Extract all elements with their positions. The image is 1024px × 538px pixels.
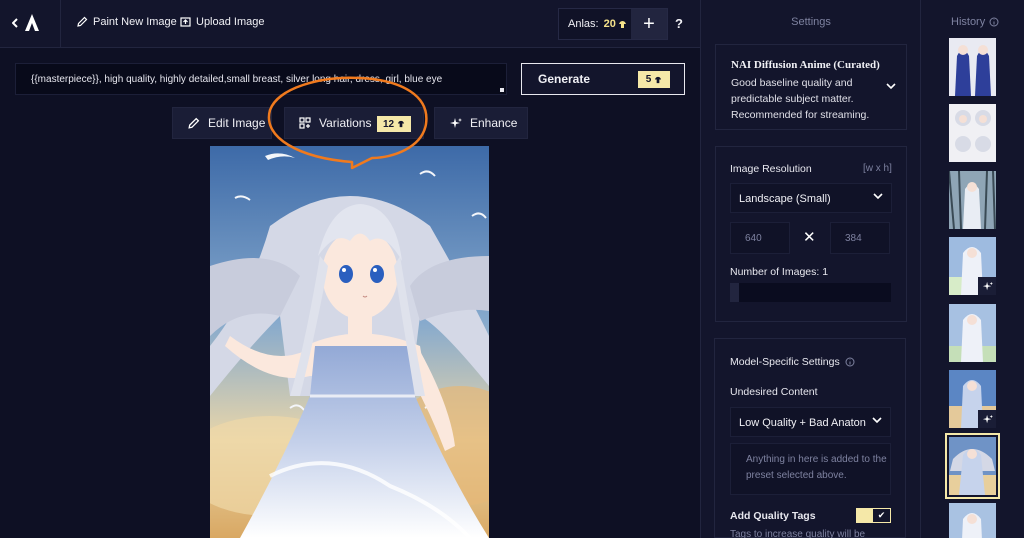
undesired-content-value: Low Quality + Bad Anaton	[739, 417, 866, 429]
edit-image-label: Edit Image	[208, 116, 266, 130]
resolution-preset-value: Landscape (Small)	[739, 193, 831, 205]
variations-cost-value: 12	[382, 118, 395, 130]
resolution-preset-select[interactable]: Landscape (Small)	[730, 183, 892, 213]
height-input[interactable]: 384	[830, 222, 890, 254]
history-thumbnail-selected[interactable]	[945, 433, 1000, 499]
variations-button[interactable]: Variations 12	[284, 107, 424, 139]
model-specific-settings-text: Model-Specific Settings	[730, 356, 840, 368]
sparkle-icon	[450, 117, 462, 128]
model-description: Good baseline quality and predictable su…	[731, 77, 870, 121]
back-button[interactable]	[12, 13, 40, 33]
number-of-images-slider[interactable]	[730, 283, 891, 302]
enhanced-badge	[978, 410, 996, 428]
chevron-left-icon	[12, 18, 18, 28]
variations-label: Variations	[319, 116, 372, 130]
number-of-images-text: Number of Images:	[730, 266, 820, 278]
image-resolution-label: Image Resolution	[730, 163, 812, 175]
width-value: 640	[745, 233, 762, 244]
history-thumbnail[interactable]	[949, 104, 996, 162]
upload-image-button[interactable]: Upload Image	[180, 16, 265, 28]
help-button[interactable]: ?	[675, 16, 683, 31]
prompt-text: {{masterpiece}}, high quality, highly de…	[31, 74, 443, 85]
paint-new-image-label: Paint New Image	[93, 16, 177, 28]
check-icon: ✔	[873, 509, 890, 522]
number-of-images-label: Number of Images: 1	[730, 266, 828, 278]
enhance-label: Enhance	[470, 116, 518, 130]
width-input[interactable]: 640	[730, 222, 790, 254]
anlas-icon	[397, 120, 405, 128]
generated-image-illustration	[210, 146, 489, 538]
upload-icon	[180, 16, 191, 27]
enhanced-badge	[978, 277, 996, 295]
undesired-content-textarea[interactable]: Anything in here is added to the preset …	[730, 443, 891, 495]
anlas-icon	[655, 76, 662, 83]
generate-cost-value: 5	[645, 74, 652, 85]
history-title: History	[951, 16, 999, 28]
topbar-divider	[60, 0, 61, 48]
model-specific-settings-label: Model-Specific Settings	[730, 356, 855, 368]
resolution-hint: [w x h]	[863, 163, 892, 174]
history-thumbnail[interactable]	[949, 171, 996, 229]
undesired-content-label: Undesired Content	[730, 386, 818, 398]
generate-button[interactable]: Generate 5	[521, 63, 685, 95]
generate-label: Generate	[538, 72, 591, 86]
app-root: Paint New Image Upload Image Anlas: 20 +…	[0, 0, 1024, 538]
variations-icon	[299, 117, 311, 129]
history-thumbnail[interactable]	[949, 38, 996, 96]
anlas-value: 20	[603, 18, 616, 30]
undesired-content-placeholder: Anything in here is added to the preset …	[746, 454, 887, 481]
edit-image-button[interactable]: Edit Image	[172, 107, 272, 139]
paint-new-image-button[interactable]: Paint New Image	[76, 16, 177, 28]
slider-thumb[interactable]	[730, 283, 739, 302]
model-selector[interactable]: NAI Diffusion Anime (Curated) Good basel…	[715, 44, 907, 130]
resize-handle[interactable]	[500, 88, 504, 92]
prompt-input[interactable]: {{masterpiece}}, high quality, highly de…	[15, 63, 507, 95]
variations-cost-badge: 12	[377, 116, 411, 132]
generated-image[interactable]	[210, 146, 489, 538]
add-quality-tags-toggle[interactable]: ✔	[856, 508, 891, 523]
history-thumbnail[interactable]	[949, 237, 996, 295]
info-icon[interactable]	[845, 357, 855, 367]
anlas-label: Anlas:	[568, 18, 599, 30]
enhance-button[interactable]: Enhance	[434, 107, 528, 139]
times-icon: ✕	[803, 229, 816, 246]
height-value: 384	[845, 233, 862, 244]
upload-image-label: Upload Image	[196, 16, 265, 28]
history-title-text: History	[951, 16, 986, 28]
quality-tags-description: Tags to increase quality will be	[730, 529, 866, 538]
buy-anlas-button[interactable]: +	[631, 9, 667, 39]
model-name: NAI Diffusion Anime (Curated)	[731, 59, 880, 71]
history-thumbnail[interactable]	[949, 370, 996, 428]
settings-title: Settings	[791, 16, 831, 28]
novelai-logo-icon	[25, 14, 39, 31]
history-panel: History	[920, 0, 1024, 538]
anlas-icon	[618, 20, 626, 28]
number-of-images-value: 1	[822, 266, 829, 278]
pencil-icon	[77, 16, 88, 27]
chevron-down-icon	[872, 417, 882, 424]
history-thumbnail[interactable]	[949, 304, 996, 362]
anlas-balance: Anlas: 20 +	[558, 8, 668, 40]
add-quality-tags-label: Add Quality Tags	[730, 510, 816, 522]
sparkle-icon	[982, 281, 993, 290]
sparkle-icon	[982, 414, 993, 423]
chevron-down-icon	[886, 83, 896, 90]
generate-cost-badge: 5	[638, 71, 670, 88]
info-icon[interactable]	[989, 17, 999, 27]
history-thumbnail[interactable]	[949, 503, 996, 538]
top-bar: Paint New Image Upload Image Anlas: 20 +…	[0, 0, 700, 48]
pencil-icon	[188, 117, 200, 129]
undesired-content-select[interactable]: Low Quality + Bad Anaton	[730, 407, 891, 437]
chevron-down-icon	[873, 193, 883, 200]
